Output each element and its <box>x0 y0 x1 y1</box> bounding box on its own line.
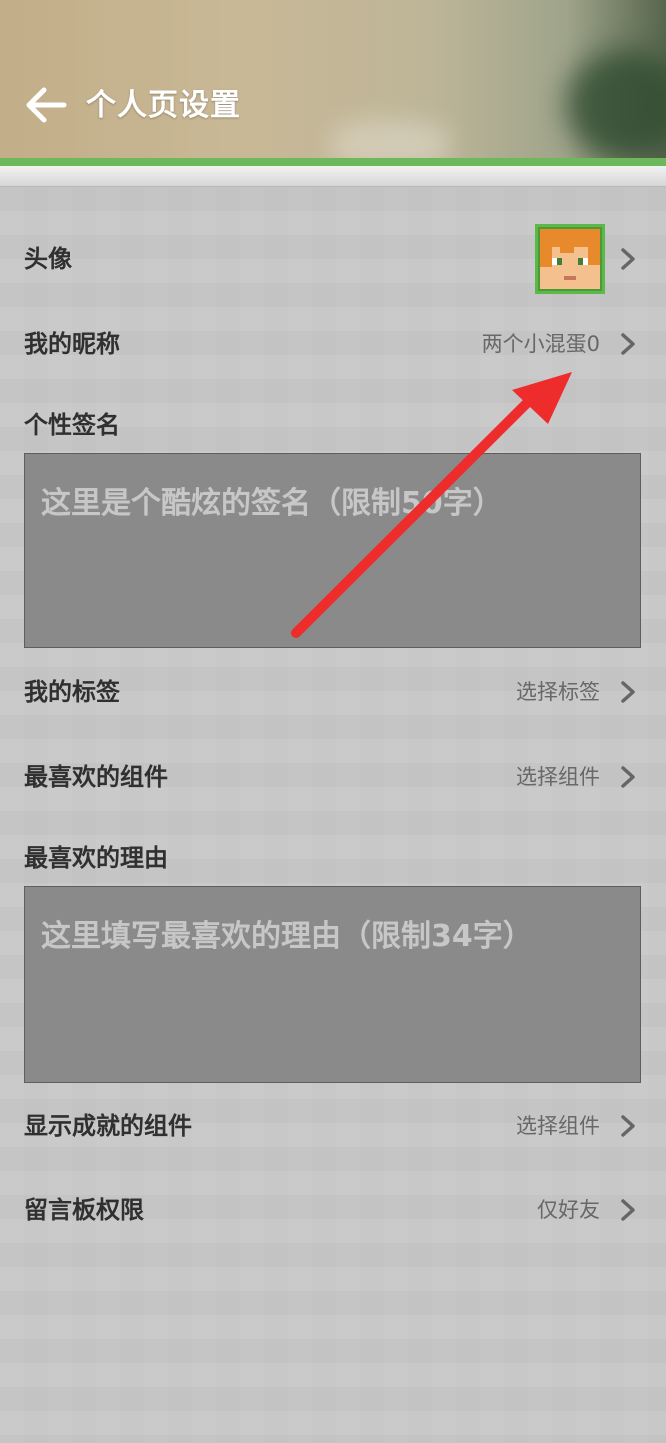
avatar-label: 头像 <box>24 245 72 273</box>
reason-label: 最喜欢的理由 <box>24 844 168 872</box>
nickname-row[interactable]: 我的昵称 两个小混蛋0 <box>0 314 666 374</box>
header-shadow-strip <box>0 166 666 187</box>
header-background-highlight <box>330 120 450 160</box>
avatar[interactable] <box>535 224 605 294</box>
chevron-right-icon <box>621 681 635 703</box>
message-board-value: 仅好友 <box>537 1198 600 1222</box>
arrow-left-icon <box>26 87 67 123</box>
achievement-component-row[interactable]: 显示成就的组件 选择组件 <box>0 1096 666 1156</box>
signature-input[interactable] <box>24 453 641 648</box>
header-accent-line <box>0 158 666 166</box>
header-bar: 个人页设置 <box>0 0 666 160</box>
message-board-label: 留言板权限 <box>24 1196 144 1224</box>
chevron-right-icon <box>621 1199 635 1221</box>
favorite-component-row[interactable]: 最喜欢的组件 选择组件 <box>0 747 666 807</box>
back-button[interactable] <box>24 84 68 128</box>
settings-list: 头像 我的昵称 两个小混蛋0 个性签名 我的标签 <box>0 187 666 1443</box>
tags-label: 我的标签 <box>24 678 120 706</box>
avatar-image <box>535 224 605 294</box>
chevron-right-icon <box>621 766 635 788</box>
tags-row[interactable]: 我的标签 选择标签 <box>0 662 666 722</box>
achievement-component-label: 显示成就的组件 <box>24 1112 192 1140</box>
chevron-right-icon <box>621 248 635 270</box>
favorite-component-value: 选择组件 <box>516 765 600 789</box>
nickname-label: 我的昵称 <box>24 330 120 358</box>
nickname-value: 两个小混蛋0 <box>481 332 600 356</box>
chevron-right-icon <box>621 333 635 355</box>
header-background-decoration <box>566 50 666 160</box>
signature-label: 个性签名 <box>24 411 120 439</box>
reason-input[interactable] <box>24 886 641 1083</box>
favorite-component-label: 最喜欢的组件 <box>24 763 168 791</box>
tags-value: 选择标签 <box>516 680 600 704</box>
achievement-component-value: 选择组件 <box>516 1114 600 1138</box>
message-board-row[interactable]: 留言板权限 仅好友 <box>0 1180 666 1240</box>
chevron-right-icon <box>621 1115 635 1137</box>
page-title: 个人页设置 <box>86 88 241 123</box>
